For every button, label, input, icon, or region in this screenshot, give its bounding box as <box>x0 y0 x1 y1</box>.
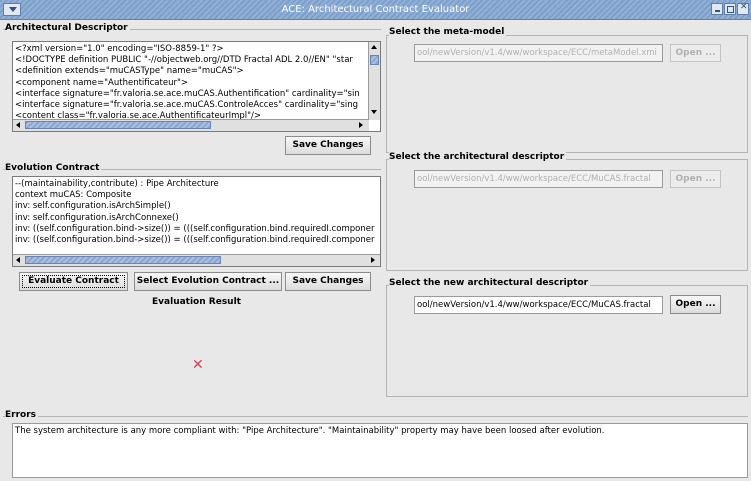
descriptor-line: <?xml version="1.0" encoding="ISO-8859-1… <box>15 44 224 54</box>
descriptor-editor[interactable]: <?xml version="1.0" encoding="ISO-8859-1… <box>12 41 381 132</box>
descriptor-horizontal-scrollbar[interactable] <box>13 119 369 131</box>
select-evolution-contract-button[interactable]: Select Evolution Contract ... <box>134 272 282 291</box>
contract-horizontal-scrollbar[interactable] <box>13 254 380 266</box>
arch-descriptor-open-button[interactable]: Open ... <box>670 170 721 188</box>
save-contract-button[interactable]: Save Changes <box>285 272 371 291</box>
errors-text-area[interactable]: The system architecture is any more comp… <box>12 423 748 478</box>
new-descriptor-open-button[interactable]: Open ... <box>670 295 721 314</box>
contract-line: inv: ((self.configuration.bind->size()) … <box>15 235 375 245</box>
descriptor-line: <!DOCTYPE definition PUBLIC "-//objectwe… <box>15 55 353 66</box>
arch-descriptor-label: Select the architectural descriptor <box>389 152 567 162</box>
contract-label: Evolution Contract <box>5 163 102 173</box>
contract-line: --(maintainability,contribute) : Pipe Ar… <box>15 179 219 189</box>
errors-label: Errors <box>5 410 39 420</box>
save-descriptor-button[interactable]: Save Changes <box>285 136 371 155</box>
contract-line: inv: self.configuration.isArchConnexe() <box>15 212 179 223</box>
arch-descriptor-path-field[interactable]: ool/newVersion/v1.4/ww/workspace/ECC/MuC… <box>414 170 663 188</box>
descriptor-line: <component name="Authentificateur"> <box>15 77 188 88</box>
close-icon[interactable]: ✕ <box>737 2 749 15</box>
descriptor-vertical-scrollbar[interactable] <box>368 42 380 120</box>
maximize-icon[interactable] <box>724 3 736 15</box>
metamodel-label: Select the meta-model <box>389 27 507 37</box>
evaluate-contract-button[interactable]: Evaluate Contract <box>19 272 128 291</box>
contract-line: inv: self.configuration.isArchSimple() <box>15 201 171 212</box>
errors-divider <box>3 416 748 417</box>
new-descriptor-path-field[interactable]: ool/newVersion/v1.4/ww/workspace/ECC/MuC… <box>414 296 663 314</box>
contract-line: inv: ((self.configuration.bind->size()) … <box>15 223 375 234</box>
window-title: ACE: Architectural Contract Evaluator <box>281 4 470 15</box>
descriptor-line: <interface signature="fr.valoria.se.ace.… <box>15 88 360 99</box>
error-message: The system architecture is any more comp… <box>15 426 605 436</box>
cross-icon: ✕ <box>192 357 204 373</box>
descriptor-label: Architectural Descriptor <box>5 23 130 33</box>
descriptor-line: <definition extends="muCASType" name="mu… <box>15 66 244 77</box>
descriptor-line: <interface signature="fr.valoria.se.ace.… <box>15 100 358 110</box>
metamodel-open-button[interactable]: Open ... <box>670 44 721 62</box>
new-descriptor-label: Select the new architectural descriptor <box>389 278 591 288</box>
contract-editor[interactable]: --(maintainability,contribute) : Pipe Ar… <box>12 176 381 267</box>
evaluation-result-label: Evaluation Result <box>152 297 241 307</box>
contract-line: context muCAS: Composite <box>15 190 132 201</box>
minimize-icon[interactable] <box>711 3 723 15</box>
metamodel-path-field[interactable]: ool/newVersion/v1.4/ww/workspace/ECC/met… <box>414 44 663 62</box>
